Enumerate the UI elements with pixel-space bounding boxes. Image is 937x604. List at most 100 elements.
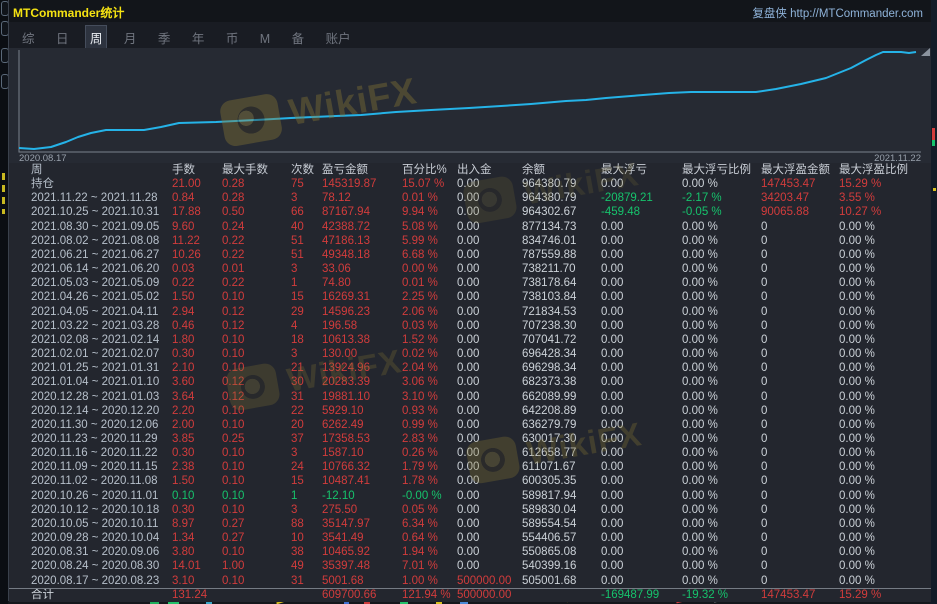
menu-item-currency[interactable]: 币	[222, 26, 243, 49]
cell-max-float-loss-pct: 0.00 %	[682, 234, 761, 248]
cell-max-float-profit-pct: 0.00 %	[839, 333, 923, 347]
cell-lots: 0.03	[172, 262, 222, 276]
col-header-lots: 手数	[172, 163, 222, 177]
cell-lots: 3.85	[172, 432, 222, 446]
table-row[interactable]: 2021.03.22 ~ 2021.03.280.460.124196.580.…	[9, 319, 931, 333]
cell-max-float-profit-pct: 0.00 %	[839, 319, 923, 333]
table-row[interactable]: 2021.01.04 ~ 2021.01.103.600.123020283.3…	[9, 375, 931, 389]
cell-balance: 505001.68	[522, 574, 601, 588]
table-row[interactable]: 2020.11.02 ~ 2020.11.081.500.101510487.4…	[9, 474, 931, 488]
brand-link[interactable]: 复盘侠 http://MTCommander.com	[752, 5, 923, 21]
table-row[interactable]: 2020.10.26 ~ 2020.11.010.100.101-12.10-0…	[9, 489, 931, 503]
table-row[interactable]: 2020.08.31 ~ 2020.09.063.800.103810465.9…	[9, 545, 931, 559]
table-row[interactable]: 2020.12.14 ~ 2020.12.202.200.10225929.10…	[9, 404, 931, 418]
cell-deposit: 0.00	[457, 262, 522, 276]
cell-deposit: 0.00	[457, 517, 522, 531]
menu-item-day[interactable]: 日	[52, 26, 73, 49]
table-row[interactable]: 2020.10.05 ~ 2020.10.118.970.278835147.9…	[9, 517, 931, 531]
table-row[interactable]: 2021.02.01 ~ 2021.02.070.300.103130.000.…	[9, 347, 931, 361]
table-row[interactable]: 2021.02.08 ~ 2021.02.141.800.101810613.3…	[9, 333, 931, 347]
cell-max-lots: 0.10	[222, 446, 291, 460]
menu-item-notes[interactable]: 备	[288, 26, 309, 49]
table-row[interactable]: 2020.11.30 ~ 2020.12.062.000.10206262.49…	[9, 418, 931, 432]
menu-item-year[interactable]: 年	[188, 26, 209, 49]
cell-max-float-loss: -20879.21	[601, 191, 682, 205]
menu-item-summary[interactable]: 综	[18, 26, 39, 49]
table-row[interactable]: 2021.08.30 ~ 2021.09.059.600.244042388.7…	[9, 220, 931, 234]
cell-lots: 2.00	[172, 418, 222, 432]
table-row[interactable]: 2020.11.16 ~ 2020.11.220.300.1031587.100…	[9, 446, 931, 460]
table-row[interactable]: 2021.05.03 ~ 2021.05.090.220.22174.800.0…	[9, 276, 931, 290]
table-row[interactable]: 2020.09.28 ~ 2020.10.041.340.27103541.49…	[9, 531, 931, 545]
cell-lots: 131.24	[172, 589, 222, 602]
cell-trades: 15	[291, 290, 322, 304]
table-row[interactable]: 2020.11.23 ~ 2020.11.293.850.253717358.5…	[9, 432, 931, 446]
cell-max-lots: 0.24	[222, 220, 291, 234]
cell-lots: 3.60	[172, 375, 222, 389]
cell-percent: 121.94 %	[402, 589, 457, 602]
cell-trades: 20	[291, 418, 322, 432]
table-row[interactable]: 2021.01.25 ~ 2021.01.312.100.102113924.9…	[9, 361, 931, 375]
table-row[interactable]: 2020.10.12 ~ 2020.10.180.300.103275.500.…	[9, 503, 931, 517]
cell-trades: 31	[291, 390, 322, 404]
table-row[interactable]: 2020.08.17 ~ 2020.08.233.100.10315001.68…	[9, 574, 931, 588]
cell-period: 2021.06.21 ~ 2021.06.27	[9, 248, 172, 262]
cell-lots: 2.38	[172, 460, 222, 474]
cell-period: 2021.08.30 ~ 2021.09.05	[9, 220, 172, 234]
cell-balance: 787559.88	[522, 248, 601, 262]
cell-max-float-loss-pct: -0.05 %	[682, 205, 761, 219]
menu-item-m[interactable]: M	[256, 30, 274, 48]
cell-max-float-profit-pct: 0.00 %	[839, 305, 923, 319]
cell-balance: 964302.67	[522, 205, 601, 219]
cell-balance: 662089.99	[522, 390, 601, 404]
table-row[interactable]: 2021.06.14 ~ 2021.06.200.030.01333.060.0…	[9, 262, 931, 276]
table-row[interactable]: 2020.11.09 ~ 2020.11.152.380.102410766.3…	[9, 460, 931, 474]
cell-max-float-profit-pct: 0.00 %	[839, 390, 923, 404]
cell-balance: 738103.84	[522, 290, 601, 304]
menu-item-week[interactable]: 周	[86, 26, 107, 49]
cell-max-float-loss: 0.00	[601, 446, 682, 460]
total-row: 合计131.24609700.66121.94 %500000.00-16948…	[9, 588, 931, 602]
cell-max-lots: 0.25	[222, 432, 291, 446]
cell-max-lots: 0.10	[222, 418, 291, 432]
table-row[interactable]: 2021.10.25 ~ 2021.10.3117.880.506687167.…	[9, 205, 931, 219]
table-row[interactable]: 2020.12.28 ~ 2021.01.033.640.123119881.1…	[9, 390, 931, 404]
cell-balance: 738178.64	[522, 276, 601, 290]
menu-item-quarter[interactable]: 季	[154, 26, 175, 49]
table-body: 持仓21.000.2875145319.8715.07 %0.00964380.…	[9, 177, 931, 588]
cell-pnl: 42388.72	[322, 220, 402, 234]
cell-max-float-loss: 0.00	[601, 333, 682, 347]
cell-balance: 834746.01	[522, 234, 601, 248]
cell-lots: 14.01	[172, 559, 222, 573]
cell-trades: 18	[291, 333, 322, 347]
menu-item-month[interactable]: 月	[120, 26, 141, 49]
cell-max-float-loss-pct: 0.00 %	[682, 319, 761, 333]
menu-item-account[interactable]: 账户	[322, 26, 355, 49]
table-row[interactable]: 持仓21.000.2875145319.8715.07 %0.00964380.…	[9, 177, 931, 191]
table-row[interactable]: 2021.04.05 ~ 2021.04.112.940.122914596.2…	[9, 305, 931, 319]
table-row[interactable]: 2020.08.24 ~ 2020.08.3014.011.004935397.…	[9, 559, 931, 573]
cell-max-float-profit-pct: 0.00 %	[839, 234, 923, 248]
table-row[interactable]: 2021.04.26 ~ 2021.05.021.500.101516269.3…	[9, 290, 931, 304]
cell-max-float-profit: 0	[761, 474, 839, 488]
cell-balance: 540399.16	[522, 559, 601, 573]
cell-max-lots: 0.27	[222, 517, 291, 531]
cell-deposit: 500000.00	[457, 574, 522, 588]
cell-max-float-profit: 0	[761, 531, 839, 545]
cell-lots: 1.50	[172, 474, 222, 488]
cell-lots: 0.46	[172, 319, 222, 333]
cell-max-float-profit: 0	[761, 248, 839, 262]
cell-balance: 696428.34	[522, 347, 601, 361]
table-row[interactable]: 2021.06.21 ~ 2021.06.2710.260.225149348.…	[9, 248, 931, 262]
cell-max-float-loss: 0.00	[601, 347, 682, 361]
cell-deposit: 0.00	[457, 489, 522, 503]
cell-percent: 2.25 %	[402, 290, 457, 304]
table-row[interactable]: 2021.11.22 ~ 2021.11.280.840.28378.120.0…	[9, 191, 931, 205]
table-row[interactable]: 2021.08.02 ~ 2021.08.0811.220.225147186.…	[9, 234, 931, 248]
cell-trades: 24	[291, 460, 322, 474]
cell-trades: 1	[291, 276, 322, 290]
cell-max-float-loss: 0.00	[601, 276, 682, 290]
cell-trades: 3	[291, 262, 322, 276]
cell-max-float-profit: 147453.47	[761, 589, 839, 602]
cell-max-float-loss: 0.00	[601, 262, 682, 276]
